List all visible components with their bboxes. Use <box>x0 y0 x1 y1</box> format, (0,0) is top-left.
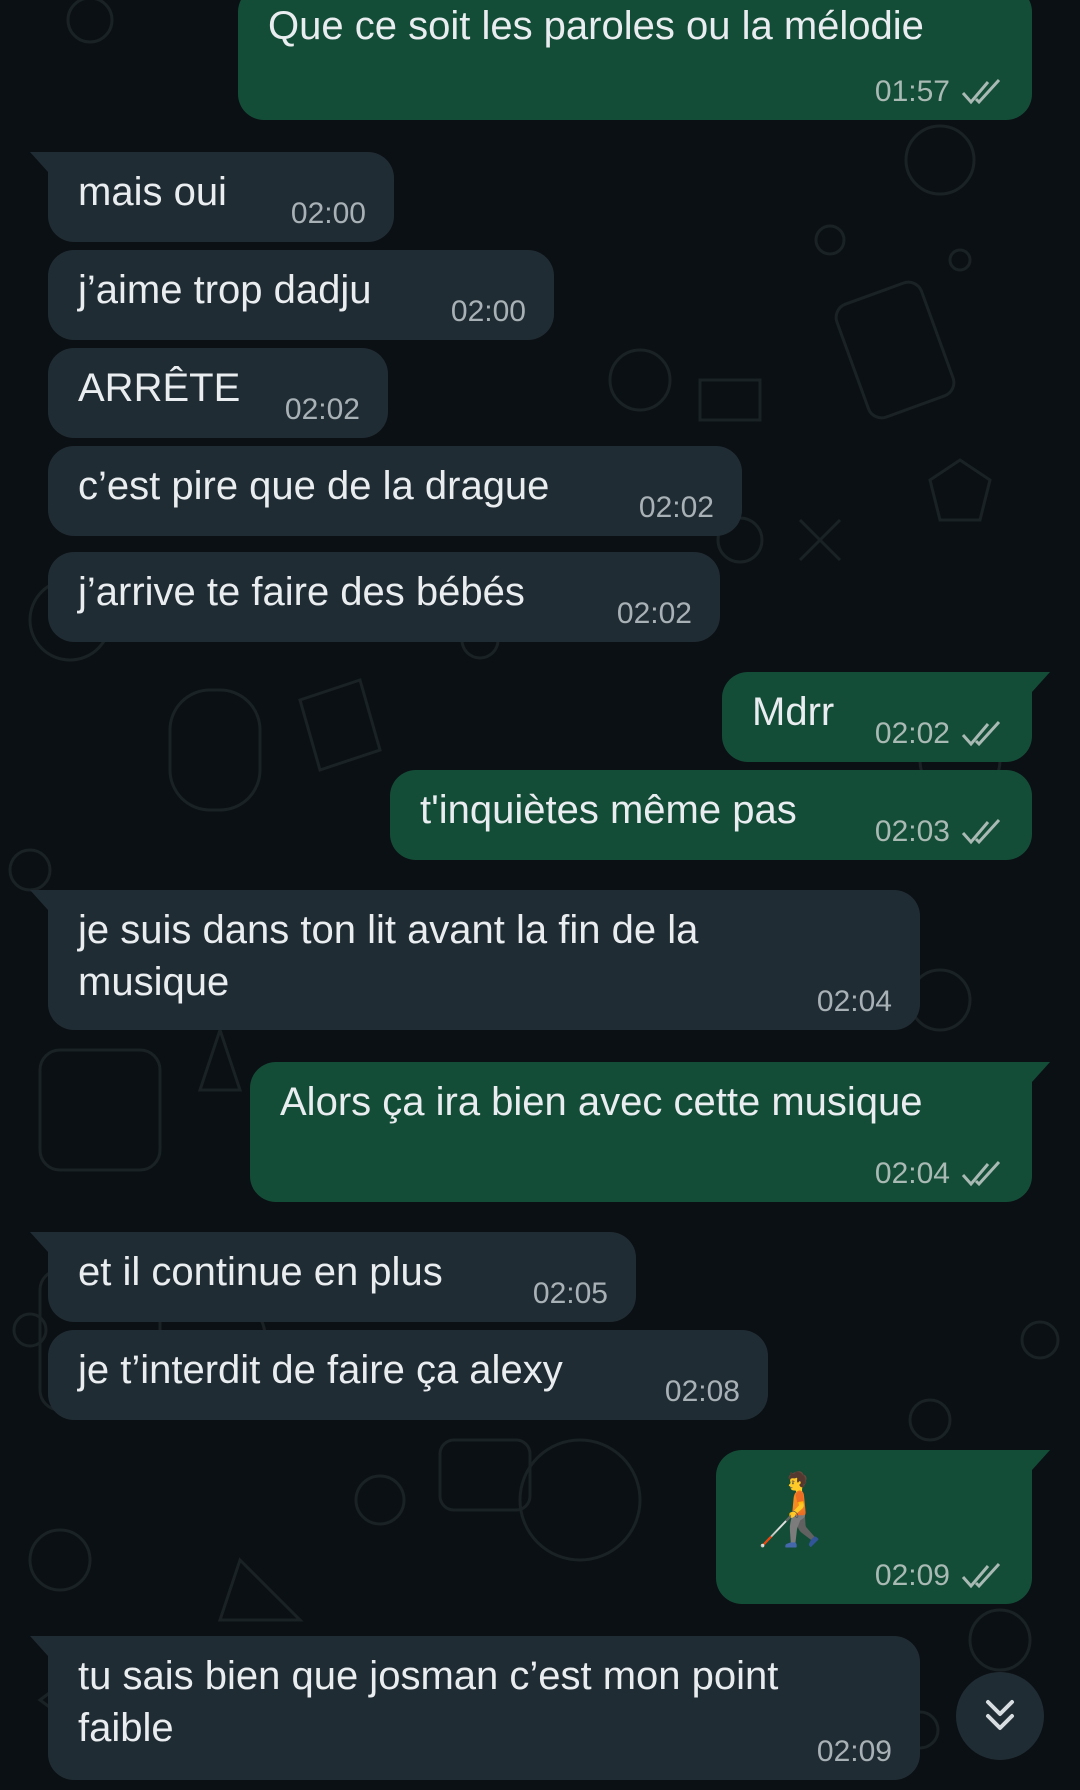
message-meta: 02:04 <box>875 1156 1004 1192</box>
double-check-icon <box>961 78 1001 105</box>
message-bubble-incoming[interactable]: je t’interdit de faire ça alexy 02:08 <box>48 1330 768 1420</box>
message-text: mais oui <box>78 170 227 214</box>
message-text: Que ce soit les paroles ou la mélodie <box>268 4 924 48</box>
message-bubble-incoming[interactable]: c’est pire que de la drague 02:02 <box>48 446 742 536</box>
message-time: 02:00 <box>450 295 526 328</box>
double-chevron-down-icon <box>986 1700 1014 1730</box>
message-text: je suis dans ton lit avant la fin de la … <box>78 908 699 1004</box>
message-meta: 02:03 <box>875 814 1004 850</box>
message-time: 02:02 <box>638 491 714 524</box>
message-meta: 02:02 <box>875 716 1004 752</box>
message-time: 02:03 <box>874 815 950 848</box>
message-bubble-incoming[interactable]: je suis dans ton lit avant la fin de la … <box>30 890 920 1030</box>
message-time: 02:04 <box>874 1157 950 1190</box>
message-bubble-outgoing[interactable]: Que ce soit les paroles ou la mélodie 01… <box>238 0 1032 120</box>
message-bubble-incoming[interactable]: j’aime trop dadju 02:00 <box>48 250 554 340</box>
message-text: c’est pire que de la drague <box>78 464 550 508</box>
message-meta: 02:04 <box>817 984 892 1020</box>
message-bubble-incoming[interactable]: mais oui 02:00 <box>30 152 394 242</box>
message-text: et il continue en plus <box>78 1250 443 1294</box>
message-meta: 02:09 <box>817 1734 892 1770</box>
message-time: 02:08 <box>664 1375 740 1408</box>
scroll-to-bottom-button[interactable] <box>956 1672 1044 1760</box>
message-bubble-outgoing[interactable]: Alors ça ira bien avec cette musique 02:… <box>250 1062 1050 1202</box>
message-time: 02:00 <box>290 197 366 230</box>
double-check-icon <box>961 1160 1001 1187</box>
message-bubble-incoming[interactable]: et il continue en plus 02:05 <box>30 1232 636 1322</box>
message-meta: 02:09 <box>875 1558 1004 1594</box>
message-time: 02:02 <box>284 393 360 426</box>
message-meta: 02:02 <box>285 392 360 428</box>
message-text: tu sais bien que josman c’est mon point … <box>78 1654 779 1750</box>
walking-with-cane-emoji: 🧑‍🦯 <box>746 1470 834 1548</box>
message-text: ARRÊTE <box>78 366 241 410</box>
message-time: 02:09 <box>816 1735 892 1768</box>
message-bubble-incoming[interactable]: tu sais bien que josman c’est mon point … <box>30 1636 920 1780</box>
message-meta: 02:02 <box>639 490 714 526</box>
message-text: j’aime trop dadju <box>78 268 372 312</box>
message-meta: 02:00 <box>451 294 526 330</box>
message-meta: 02:00 <box>291 196 366 232</box>
message-meta: 02:02 <box>617 596 692 632</box>
message-time: 02:02 <box>616 597 692 630</box>
message-time: 02:09 <box>874 1559 950 1592</box>
message-bubble-incoming[interactable]: j’arrive te faire des bébés 02:02 <box>48 552 720 642</box>
double-check-icon <box>961 1562 1001 1589</box>
message-text: j’arrive te faire des bébés <box>78 570 525 614</box>
message-bubble-outgoing[interactable]: t'inquiètes même pas 02:03 <box>390 770 1032 860</box>
message-meta: 02:05 <box>533 1276 608 1312</box>
message-meta: 02:08 <box>665 1374 740 1410</box>
message-time: 02:04 <box>816 985 892 1018</box>
message-text: t'inquiètes même pas <box>420 788 797 832</box>
double-check-icon <box>961 720 1001 747</box>
message-text: Mdrr <box>752 690 835 734</box>
message-bubble-incoming[interactable]: ARRÊTE 02:02 <box>48 348 388 438</box>
message-time: 02:05 <box>532 1277 608 1310</box>
message-time: 01:57 <box>874 75 950 108</box>
message-time: 02:02 <box>874 717 950 750</box>
message-bubble-outgoing[interactable]: Mdrr 02:02 <box>722 672 1050 762</box>
message-bubble-outgoing[interactable]: 🧑‍🦯 02:09 <box>716 1450 1050 1604</box>
message-text: Alors ça ira bien avec cette musique <box>280 1080 923 1124</box>
message-text: je t’interdit de faire ça alexy <box>78 1348 563 1392</box>
message-meta: 01:57 <box>875 74 1004 110</box>
double-check-icon <box>961 818 1001 845</box>
